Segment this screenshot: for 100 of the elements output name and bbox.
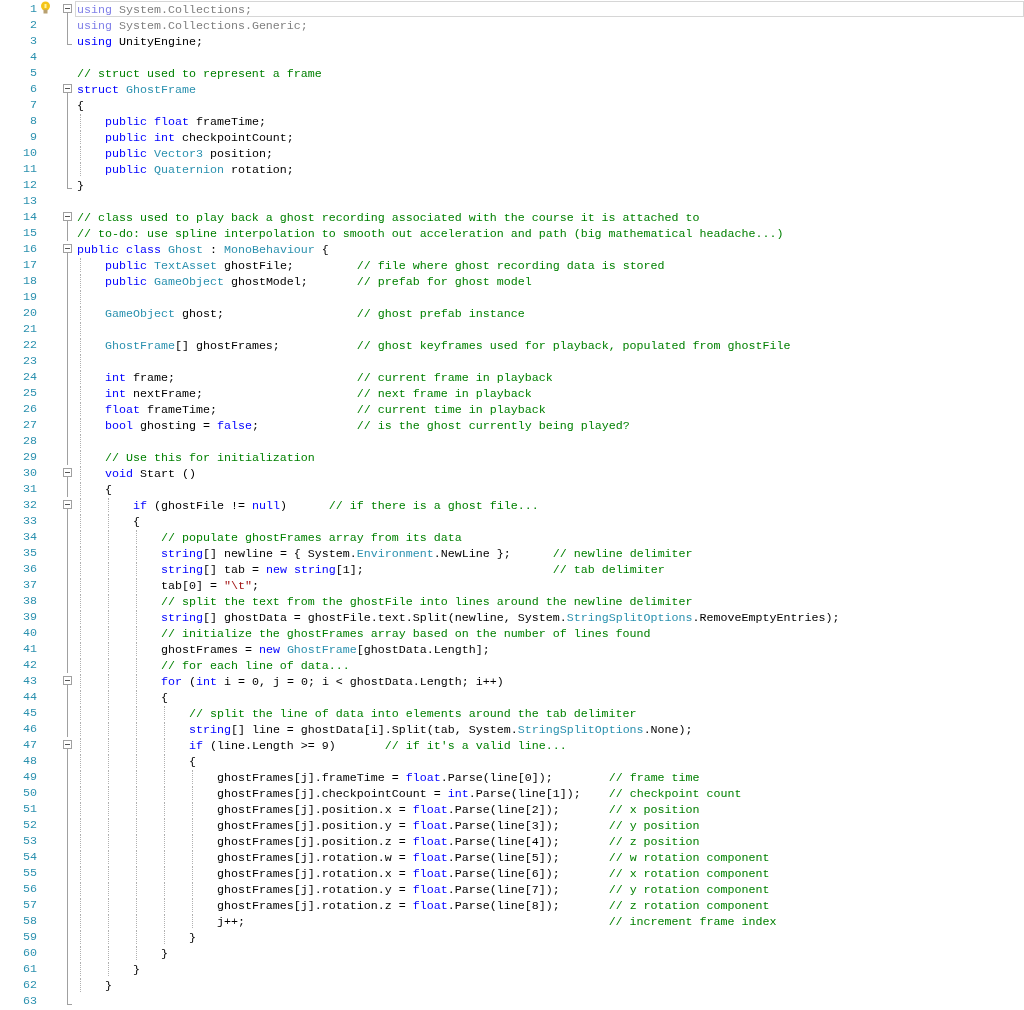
line-number: 33 [22,513,37,529]
code-line: } [77,179,84,193]
line-number: 45 [22,705,37,721]
line-number: 40 [22,625,37,641]
code-line: GameObject ghost; // ghost prefab instance [105,307,525,321]
code-line: } [160,947,168,961]
line-number: 4 [29,49,37,65]
code-line: public TextAsset ghostFile; // file where ghost recording data is stored [105,259,665,273]
line-number: 14 [22,209,37,225]
line-number: 30 [22,465,37,481]
code-line: ghostFrames[j].rotation.w = float.Parse(line[5]); // w rotation component [216,851,770,865]
code-line: } [188,931,196,945]
code-line: void Start () [105,467,196,481]
line-number: 17 [22,257,37,273]
line-number: 38 [22,593,37,609]
collapse-icon[interactable] [63,244,72,253]
line-number: 57 [22,897,37,913]
line-number: 39 [22,609,37,625]
code-line: tab[0] = "\t"; [160,579,259,593]
line-number: 50 [22,785,37,801]
code-line: // to-do: use spline interpolation to smooth out acceleration and path (big mathematical headache...) [77,227,784,241]
code-line: public int checkpointCount; [105,131,294,145]
code-line: } [105,979,112,993]
code-line: public Quaternion rotation; [105,163,294,177]
collapse-icon[interactable] [63,84,72,93]
code-line: public float frameTime; [105,115,266,129]
code-line: ghostFrames[j].frameTime = float.Parse(line[0]); // frame time [216,771,700,785]
line-number: 47 [22,737,37,753]
line-number: 22 [22,337,37,353]
code-line: { [105,483,112,497]
code-line: ghostFrames[j].position.z = float.Parse(line[4]); // z position [216,835,700,849]
code-line: public Vector3 position; [105,147,273,161]
code-line: string[] ghostData = ghostFile.text.Split(newline, System.StringSplitOptions.RemoveEmptyEntries); [160,611,840,625]
line-number: 34 [22,529,37,545]
code-line: float frameTime; // current time in playback [105,403,546,417]
code-line: public GameObject ghostModel; // prefab for ghost model [105,275,532,289]
code-line: // class used to play back a ghost recording associated with the course it is attached to [77,211,700,225]
line-number: 27 [22,417,37,433]
code-line: int nextFrame; // next frame in playback [105,387,532,401]
line-number: 24 [22,369,37,385]
code-line: if (line.Length >= 9) // if it's a valid line... [188,739,567,753]
line-number: 21 [22,321,37,337]
code-line: { [160,691,168,705]
code-line: // for each line of data... [160,659,350,673]
line-number: 41 [22,641,37,657]
line-number: 62 [22,977,37,993]
code-line: ghostFrames[j].rotation.y = float.Parse(line[7]); // y rotation component [216,883,770,897]
line-number: 11 [22,161,37,177]
code-line: // split the text from the ghostFile into lines around the newline delimiter [160,595,693,609]
collapse-icon[interactable] [63,500,72,509]
line-number: 43 [22,673,37,689]
line-number: 32 [22,497,37,513]
collapse-icon[interactable] [63,468,72,477]
code-line: string[] line = ghostData[i].Split(tab, System.StringSplitOptions.None); [188,723,693,737]
code-line: // initialize the ghostFrames array based on the number of lines found [160,627,651,641]
code-line: for (int i = 0, j = 0; i < ghostData.Length; i++) [160,675,504,689]
code-line: GhostFrame[] ghostFrames; // ghost keyframes used for playback, populated from ghostFile [105,339,791,353]
line-number: 26 [22,401,37,417]
code-line: string[] newline = { System.Environment.NewLine }; // newline delimiter [160,547,693,561]
code-line: using UnityEngine; [77,35,203,49]
line-number: 25 [22,385,37,401]
collapse-icon[interactable] [63,4,72,13]
code-line: int frame; // current frame in playback [105,371,553,385]
line-number: 7 [29,97,37,113]
collapse-icon[interactable] [63,740,72,749]
code-line: ghostFrames = new GhostFrame[ghostData.Length]; [160,643,490,657]
line-number: 28 [22,433,37,449]
line-number: 3 [29,33,37,49]
line-number: 52 [22,817,37,833]
line-number: 31 [22,481,37,497]
line-number: 9 [29,129,37,145]
line-number: 23 [22,353,37,369]
line-number: 16 [22,241,37,257]
code-line: public class Ghost : MonoBehaviour { [77,243,329,257]
code-line: using System.Collections.Generic; [77,19,308,33]
code-line: ghostFrames[j].position.x = float.Parse(line[2]); // x position [216,803,700,817]
code-line: ghostFrames[j].rotation.z = float.Parse(line[8]); // z rotation component [216,899,770,913]
code-line: { [188,755,196,769]
line-number: 6 [29,81,37,97]
code-line: { [132,515,140,529]
line-number: 18 [22,273,37,289]
line-number: 12 [22,177,37,193]
collapse-icon[interactable] [63,212,72,221]
code-line: string[] tab = new string[1]; // tab delimiter [160,563,665,577]
line-number: 46 [22,721,37,737]
line-number: 48 [22,753,37,769]
code-line: // Use this for initialization [105,451,315,465]
line-number: 60 [22,945,37,961]
code-line: j++; // increment frame index [216,915,777,929]
code-line: ghostFrames[j].position.y = float.Parse(line[3]); // y position [216,819,700,833]
line-number: 36 [22,561,37,577]
code-line: bool ghosting = false; // is the ghost currently being played? [105,419,630,433]
code-line: // split the line of data into elements around the tab delimiter [188,707,637,721]
line-number: 44 [22,689,37,705]
code-line: // populate ghostFrames array from its data [160,531,462,545]
line-number: 49 [22,769,37,785]
collapse-icon[interactable] [63,676,72,685]
code-line: ghostFrames[j].rotation.x = float.Parse(line[6]); // x rotation component [216,867,770,881]
line-number: 37 [22,577,37,593]
line-number: 19 [22,289,37,305]
